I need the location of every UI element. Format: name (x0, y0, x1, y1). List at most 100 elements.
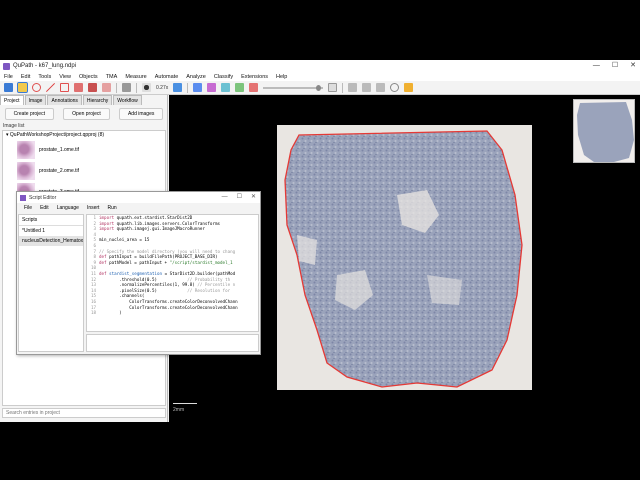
code-token: def (99, 259, 110, 265)
code-token: ColorTransforms.createColorDeconvolvedCh… (99, 298, 238, 304)
menu-measure[interactable]: Measure (121, 74, 150, 80)
opacity-slider-knob[interactable] (316, 84, 322, 91)
open-project-button[interactable]: Open project (63, 108, 110, 120)
points-tool-icon[interactable] (102, 83, 111, 92)
code-token: qupath.ext.stardist.StarDist2D (116, 215, 193, 220)
toolbar-separator (116, 82, 117, 93)
code-token: qupath.imagej.gui.ImageJMacroRunner (116, 226, 205, 232)
line-number: 18 (90, 310, 96, 316)
tab-project[interactable]: Project (0, 95, 24, 105)
scale-bar: 2mm (173, 403, 197, 413)
extension-icon[interactable] (404, 83, 414, 92)
code-line[interactable]: 18 ) (87, 310, 258, 316)
code-token: // Probability th (187, 276, 231, 282)
menu-view[interactable]: View (55, 74, 75, 80)
tab-annotations[interactable]: Annotations (47, 95, 82, 105)
selection-mode-icon[interactable] (122, 83, 131, 92)
menu-help[interactable]: Help (272, 74, 291, 80)
project-search-input[interactable] (2, 408, 166, 418)
editor-close-button[interactable]: ✕ (251, 192, 256, 203)
close-button[interactable]: ✕ (630, 60, 636, 72)
zoom-label: 0.27x (156, 84, 169, 91)
scale-bar-line (173, 403, 197, 404)
code-token: // Percentile n (197, 282, 236, 288)
menu-file[interactable]: File (0, 74, 17, 80)
wand-tool-icon[interactable] (88, 83, 97, 92)
code-token: .pixelSize(0.5) (99, 287, 188, 293)
overview-thumbnail[interactable] (573, 99, 635, 163)
menu-tma[interactable]: TMA (102, 74, 122, 80)
polygon-tool-icon[interactable] (60, 83, 69, 92)
script-item-nucleus-detection[interactable]: nucleusDetection_Hematox (19, 236, 83, 246)
menu-automate[interactable]: Automate (151, 74, 183, 80)
tab-image[interactable]: Image (24, 95, 47, 105)
opacity-slider[interactable] (263, 84, 324, 91)
code-token: import (99, 226, 117, 232)
move-tool-icon[interactable] (4, 83, 13, 92)
create-project-button[interactable]: Create project (4, 108, 54, 120)
settings-icon[interactable] (390, 83, 400, 92)
script-output-pane[interactable] (86, 334, 259, 352)
scripts-list[interactable]: Scripts *Untitled 1 nucleusDetection_Hem… (18, 214, 84, 352)
show-detections-icon[interactable] (221, 83, 231, 92)
image-list-label: Image list (3, 123, 25, 129)
fill-detections-icon[interactable] (235, 83, 245, 92)
script-editor-title-bar: Script Editor — ☐ ✕ (17, 192, 260, 203)
grid-icon[interactable] (328, 83, 338, 92)
editor-maximize-button[interactable]: ☐ (237, 192, 242, 203)
code-line[interactable]: 9 def pathModel = pathInput + "/script/st… (87, 260, 258, 266)
overview-svg (577, 102, 634, 162)
menu-tools[interactable]: Tools (34, 74, 55, 80)
line-tool-icon[interactable] (46, 83, 55, 92)
editor-menu-file[interactable]: File (21, 205, 37, 211)
show-log-icon[interactable] (376, 83, 386, 92)
menu-objects[interactable]: Objects (75, 74, 102, 80)
show-tma-grid-icon[interactable] (207, 83, 217, 92)
brush-tool-icon[interactable] (74, 83, 83, 92)
menu-edit[interactable]: Edit (17, 74, 34, 80)
toolbar-separator (342, 82, 344, 93)
slide-image[interactable] (277, 125, 532, 390)
project-root-label: QuPathWorkshopProject/project.qpproj (8) (9, 132, 105, 138)
project-buttons: Create project Open project Add images (0, 108, 168, 120)
code-token: = StarDist2D.builder(pathMod (162, 270, 236, 276)
menu-analyze[interactable]: Analyze (182, 74, 210, 80)
image-thumbnail (17, 161, 35, 180)
list-item[interactable]: prostate_1.ome.tif (3, 139, 165, 160)
show-grid-icon[interactable] (362, 83, 372, 92)
code-token: min_nuclei_area = 15 (99, 237, 150, 243)
tab-workflow[interactable]: Workflow (113, 95, 142, 105)
menu-extensions[interactable]: Extensions (237, 74, 272, 80)
show-pixel-classification-icon[interactable] (249, 83, 259, 92)
script-editor-icon (20, 194, 26, 201)
tissue-gap (297, 235, 317, 265)
tissue-svg (284, 130, 523, 388)
code-editor[interactable]: 1 import qupath.ext.stardist.StarDist2D 2 i… (86, 214, 259, 332)
editor-minimize-button[interactable]: — (222, 192, 228, 203)
brightness-contrast-icon[interactable] (142, 83, 151, 92)
measurement-table-icon[interactable] (348, 83, 358, 92)
list-item[interactable]: prostate_2.ome.tif (3, 160, 165, 181)
rectangle-tool-icon[interactable] (17, 82, 28, 93)
add-images-button[interactable]: Add images (118, 108, 164, 120)
editor-menu-language[interactable]: Language (54, 205, 84, 211)
code-token: pathInput = buildFilePath(PROJECT_BASE_D… (109, 254, 218, 260)
code-token: .channels( (99, 293, 145, 299)
minimize-button[interactable]: — (593, 60, 600, 72)
tab-hierarchy[interactable]: Hierarchy (82, 95, 113, 105)
qupath-window: QuPath - k67_lung.ndpi — ☐ ✕ File Edit T… (0, 60, 640, 422)
code-token: def (99, 270, 110, 276)
qupath-app-icon (3, 62, 10, 70)
menu-classify[interactable]: Classify (210, 74, 237, 80)
ellipse-tool-icon[interactable] (32, 83, 41, 92)
maximize-button[interactable]: ☐ (612, 60, 618, 72)
editor-menu-insert[interactable]: Insert (84, 205, 105, 211)
editor-menu-edit[interactable]: Edit (37, 205, 54, 211)
show-annotations-icon[interactable] (193, 83, 203, 92)
script-item-untitled[interactable]: *Untitled 1 (19, 226, 83, 236)
code-token: ColorTransforms.createColorDeconvolvedCh… (99, 304, 238, 310)
project-root-item[interactable]: ▾ QuPathWorkshopProject/project.qpproj (… (3, 131, 165, 139)
zoom-to-fit-icon[interactable] (173, 83, 183, 92)
editor-menu-run[interactable]: Run (104, 205, 121, 211)
code-token: def (99, 254, 110, 260)
